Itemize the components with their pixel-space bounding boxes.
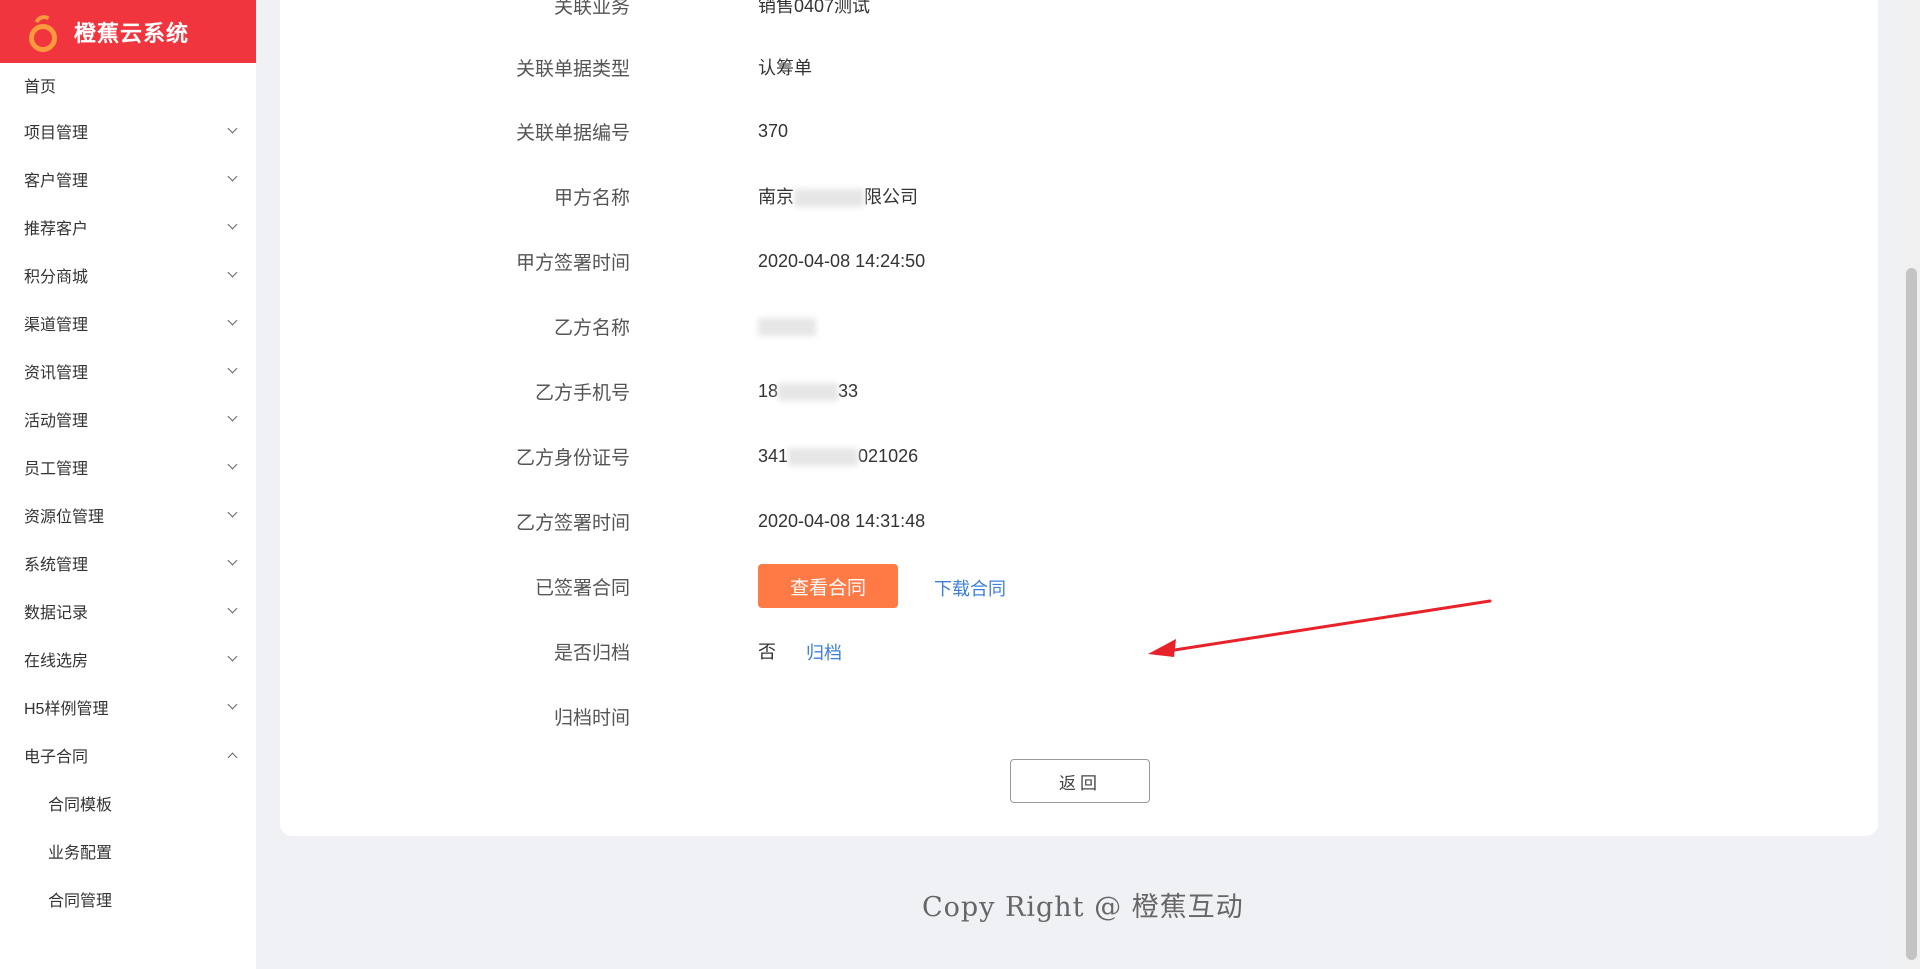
sidebar-item-referral[interactable]: 推荐客户: [0, 203, 256, 251]
chevron-down-icon: [227, 171, 238, 182]
chevron-down-icon: [227, 363, 238, 374]
annotation-arrow-icon: [1148, 599, 1492, 657]
orange-logo-icon: [28, 11, 60, 52]
download-contract-link[interactable]: 下载合同: [934, 575, 1006, 601]
redaction-blur: [794, 189, 864, 208]
sidebar-menu: 首页 项目管理 客户管理 推荐客户 积分商城 渠道管理 资讯管理 活动管理 员工…: [0, 63, 256, 923]
party-b-name-value: [758, 316, 816, 337]
detail-row-party-b-phone: 乙方手机号 18 33: [534, 380, 859, 404]
sidebar-item-channel[interactable]: 渠道管理: [0, 299, 256, 347]
sidebar-item-resource-slot[interactable]: 资源位管理: [0, 491, 256, 539]
chevron-down-icon: [227, 603, 238, 614]
brand-header[interactable]: 橙蕉云系统: [0, 0, 256, 63]
party-b-id-value: 341 021026: [758, 445, 919, 466]
detail-row-archive-time: 归档时间: [553, 707, 630, 729]
chevron-down-icon: [227, 411, 238, 422]
back-button[interactable]: 返回: [1010, 759, 1150, 803]
party-a-name-value: 南京 限公司: [758, 187, 918, 208]
footer-copyright: Copy Right @ 橙蕉互动: [922, 892, 1244, 923]
archive-link[interactable]: 归档: [806, 639, 842, 665]
contract-detail-card: 关联业务 销售0407测试 关联单据类型 认筹单 关联单据编号 370 甲方名称…: [280, 0, 1878, 836]
view-contract-button[interactable]: 查看合同: [758, 564, 898, 608]
scrollbar-thumb[interactable]: [1906, 268, 1917, 960]
detail-row-party-a-sign-time: 甲方签署时间 2020-04-08 14:24:50: [515, 250, 926, 274]
chevron-down-icon: [227, 699, 238, 710]
redaction-blur: [788, 447, 859, 466]
sidebar-item-system[interactable]: 系统管理: [0, 539, 256, 587]
detail-row-party-b-name: 乙方名称: [280, 311, 1878, 341]
detail-row-party-a-name: 甲方名称 南京 限公司: [280, 181, 1878, 211]
sidebar-item-staff[interactable]: 员工管理: [0, 443, 256, 491]
sidebar-item-customer[interactable]: 客户管理: [0, 155, 256, 203]
chevron-down-icon: [227, 651, 238, 662]
detail-row-doc-number: 关联单据编号 370: [515, 120, 789, 144]
sidebar-subitem-business-config[interactable]: 业务配置: [0, 827, 256, 875]
chevron-down-icon: [227, 219, 238, 230]
redaction-blur: [758, 317, 816, 336]
detail-row-related-business: 关联业务 销售0407测试: [553, 0, 871, 18]
sidebar-subitem-contract-template[interactable]: 合同模板: [0, 779, 256, 827]
party-b-phone-value: 18 33: [758, 380, 859, 401]
sidebar: 橙蕉云系统 首页 项目管理 客户管理 推荐客户 积分商城 渠道管理 资讯管理 活…: [0, 0, 256, 969]
detail-row-signed-contract: 已签署合同: [534, 577, 630, 599]
sidebar-item-project[interactable]: 项目管理: [0, 107, 256, 155]
sidebar-item-home[interactable]: 首页: [0, 63, 256, 107]
detail-row-archived: 是否归档 否: [553, 642, 776, 664]
chevron-down-icon: [227, 123, 238, 134]
sidebar-item-points-mall[interactable]: 积分商城: [0, 251, 256, 299]
sidebar-item-e-contract[interactable]: 电子合同: [0, 731, 256, 779]
redaction-blur: [778, 382, 839, 401]
sidebar-item-data-records[interactable]: 数据记录: [0, 587, 256, 635]
chevron-down-icon: [227, 555, 238, 566]
brand-title: 橙蕉云系统: [74, 20, 190, 46]
detail-row-party-b-sign-time: 乙方签署时间 2020-04-08 14:31:48: [515, 510, 926, 534]
chevron-down-icon: [227, 507, 238, 518]
sidebar-subitem-contract-management[interactable]: 合同管理: [0, 875, 256, 923]
chevron-up-icon: [227, 752, 238, 762]
chevron-down-icon: [227, 267, 238, 278]
chevron-down-icon: [227, 315, 238, 326]
detail-row-party-b-id: 乙方身份证号 341 021026: [515, 445, 919, 469]
sidebar-item-activity[interactable]: 活动管理: [0, 395, 256, 443]
sidebar-item-online-room[interactable]: 在线选房: [0, 635, 256, 683]
sidebar-item-h5-samples[interactable]: H5样例管理: [0, 683, 256, 731]
sidebar-item-news[interactable]: 资讯管理: [0, 347, 256, 395]
chevron-down-icon: [227, 459, 238, 470]
detail-row-doc-type: 关联单据类型 认筹单: [515, 58, 812, 80]
